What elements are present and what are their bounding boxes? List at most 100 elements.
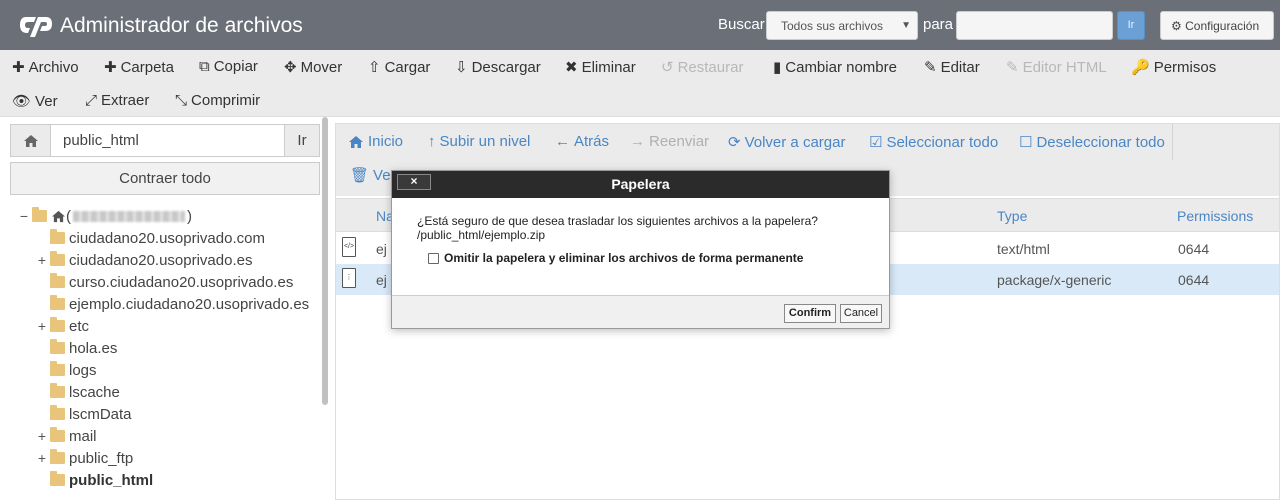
folder-tree-panel: public_html Ir Contraer todo − () ciudad… bbox=[0, 117, 332, 500]
tree-item-current[interactable]: public_html bbox=[50, 469, 153, 491]
settings-button[interactable]: ⚙ Configuración bbox=[1160, 11, 1274, 40]
tree-item[interactable]: lscmData bbox=[50, 403, 132, 425]
download-button[interactable]: ⇩ Descargar bbox=[455, 58, 541, 77]
tree-item-label: hola.es bbox=[69, 339, 118, 357]
up-one-level-label: Subir un nivel bbox=[439, 133, 531, 150]
search-input[interactable] bbox=[956, 11, 1113, 40]
restore-button[interactable]: ↺ Restaurar bbox=[661, 58, 744, 77]
undo-icon: ↺ bbox=[661, 59, 674, 76]
tree-item[interactable]: + etc bbox=[36, 315, 89, 337]
path-input[interactable]: public_html bbox=[63, 132, 139, 149]
home-nav-label: Inicio bbox=[368, 133, 404, 150]
column-permissions[interactable]: Permissions bbox=[1177, 208, 1253, 224]
copy-button[interactable]: ⧉ Copiar bbox=[199, 58, 258, 75]
permissions-label: Permisos bbox=[1153, 58, 1217, 76]
tree-item[interactable]: + public_ftp bbox=[36, 447, 133, 469]
dialog-question: ¿Está seguro de que desea trasladar los … bbox=[417, 214, 818, 228]
pencil-icon: ✎ bbox=[924, 59, 937, 76]
home-icon bbox=[52, 210, 65, 222]
tree-scrollbar[interactable] bbox=[322, 117, 328, 405]
plus-icon[interactable]: + bbox=[36, 428, 48, 444]
up-one-level-button[interactable]: ↑ Subir un nivel bbox=[428, 133, 530, 150]
plus-icon: ✚ bbox=[104, 59, 117, 76]
dialog-header: × Papelera bbox=[392, 171, 889, 198]
move-icon: ✥ bbox=[284, 59, 297, 76]
tree-item-label: mail bbox=[69, 427, 97, 445]
tree-item[interactable]: + mail bbox=[36, 425, 97, 447]
home-nav-button[interactable]: Inicio bbox=[348, 133, 403, 150]
times-icon: ✖ bbox=[565, 59, 578, 76]
plus-icon[interactable]: + bbox=[36, 450, 48, 466]
search-go-button[interactable]: Ir bbox=[1117, 11, 1145, 40]
back-button[interactable]: ← Atrás bbox=[555, 133, 609, 150]
tree-item[interactable]: hola.es bbox=[50, 337, 117, 359]
tree-item[interactable]: logs bbox=[50, 359, 97, 381]
move-label: Mover bbox=[300, 58, 343, 76]
reload-button[interactable]: ⟳ Volver a cargar bbox=[728, 133, 846, 152]
arrow-right-icon: → bbox=[630, 133, 645, 150]
tree-item-label: lscmData bbox=[69, 405, 132, 423]
new-folder-label: Carpeta bbox=[120, 58, 174, 76]
copy-icon: ⧉ bbox=[199, 58, 210, 75]
plus-icon[interactable]: + bbox=[36, 318, 48, 334]
tree-root[interactable]: − () bbox=[18, 205, 192, 227]
extract-button[interactable]: ⤢ Extraer bbox=[85, 92, 149, 109]
path-bar: public_html Ir bbox=[10, 124, 320, 157]
checkbox-checked-icon: ☑ bbox=[869, 134, 883, 151]
file-type: text/html bbox=[997, 241, 1050, 257]
tree-item[interactable]: ejemplo.ciudadano20.usoprivado.es bbox=[50, 293, 309, 315]
permissions-button[interactable]: 🔑 Permisos bbox=[1131, 58, 1217, 77]
deselect-all-label: Deseleccionar todo bbox=[1036, 133, 1165, 151]
reload-label: Volver a cargar bbox=[744, 133, 846, 151]
search-scope-value: Todos sus archivos bbox=[781, 19, 884, 33]
new-file-button[interactable]: ✚ Archivo bbox=[12, 58, 79, 77]
home-button[interactable] bbox=[11, 125, 51, 156]
close-icon[interactable]: × bbox=[397, 174, 431, 190]
upload-icon: ⇧ bbox=[368, 59, 381, 76]
file-name: ej bbox=[376, 272, 387, 288]
deselect-all-button[interactable]: ☐ Deseleccionar todo bbox=[1019, 133, 1165, 152]
minus-icon: − bbox=[19, 208, 29, 224]
refresh-icon: ⟳ bbox=[728, 134, 741, 151]
dialog-title: Papelera bbox=[611, 176, 670, 192]
tree-item[interactable]: curso.ciudadano20.usoprivado.es bbox=[50, 271, 293, 293]
select-all-button[interactable]: ☑ Seleccionar todo bbox=[869, 133, 998, 152]
trash-icon: 🗑 bbox=[350, 167, 370, 184]
tree-item[interactable]: ciudadano20.usoprivado.com bbox=[50, 227, 265, 249]
file-icon: ▮ bbox=[773, 59, 782, 76]
forward-label: Reenviar bbox=[649, 133, 710, 150]
plus-icon[interactable]: + bbox=[36, 252, 48, 268]
folder-icon bbox=[50, 295, 65, 310]
restore-label: Restaurar bbox=[677, 58, 744, 76]
upload-button[interactable]: ⇧ Cargar bbox=[368, 58, 430, 77]
download-label: Descargar bbox=[471, 58, 541, 76]
path-go-button[interactable]: Ir bbox=[284, 125, 319, 156]
arrow-up-icon: ↑ bbox=[428, 133, 436, 150]
column-type[interactable]: Type bbox=[997, 208, 1027, 224]
tree-item[interactable]: + ciudadano20.usoprivado.es bbox=[36, 249, 252, 271]
root-label-open-paren: ( bbox=[66, 207, 71, 225]
view-label: Ver bbox=[35, 92, 58, 110]
skip-trash-label: Omitir la papelera y eliminar los archiv… bbox=[444, 251, 804, 265]
html-editor-button[interactable]: ✎ Editor HTML bbox=[1006, 58, 1107, 77]
rename-button[interactable]: ▮ Cambiar nombre bbox=[773, 58, 897, 77]
compress-button[interactable]: ⤡ Comprimir bbox=[175, 92, 260, 109]
collapse-all-button[interactable]: Contraer todo bbox=[10, 162, 320, 195]
tree-item[interactable]: lscache bbox=[50, 381, 120, 403]
delete-button[interactable]: ✖ Eliminar bbox=[565, 58, 636, 77]
move-button[interactable]: ✥ Mover bbox=[284, 58, 343, 77]
tree-item-label: ciudadano20.usoprivado.es bbox=[69, 251, 253, 269]
forward-button[interactable]: → Reenviar bbox=[630, 133, 709, 150]
edit-button[interactable]: ✎ Editar bbox=[924, 58, 980, 77]
view-button[interactable]: 👁 Ver bbox=[12, 92, 58, 111]
new-folder-button[interactable]: ✚ Carpeta bbox=[104, 58, 174, 77]
folder-icon bbox=[50, 405, 65, 420]
skip-trash-option[interactable]: Omitir la papelera y eliminar los archiv… bbox=[428, 251, 803, 265]
confirm-button[interactable]: Confirm bbox=[784, 304, 836, 323]
tree-item-label: ejemplo.ciudadano20.usoprivado.es bbox=[69, 295, 310, 313]
cancel-button[interactable]: Cancel bbox=[840, 304, 882, 323]
search-scope-select[interactable]: Todos sus archivos ▼ bbox=[766, 11, 918, 40]
skip-trash-checkbox[interactable] bbox=[428, 252, 439, 264]
view-trash-button[interactable]: 🗑 Ver bbox=[350, 166, 396, 185]
chevron-down-icon: ▼ bbox=[901, 20, 911, 31]
